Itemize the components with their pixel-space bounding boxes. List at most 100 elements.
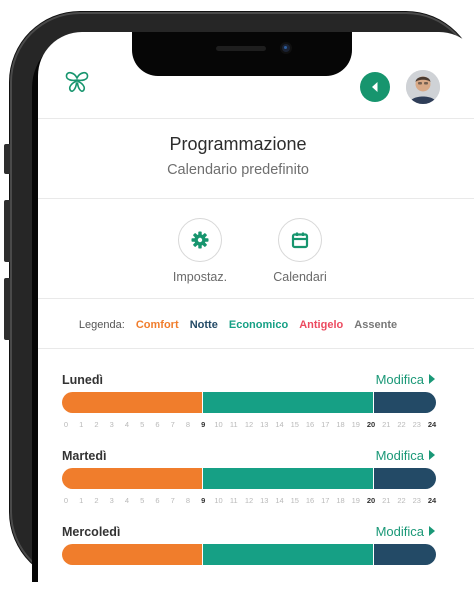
edit-label: Modifica xyxy=(375,448,424,463)
hour-tick: 21 xyxy=(382,420,391,429)
day-name: Mercoledì xyxy=(62,525,121,539)
hour-tick: 24 xyxy=(427,420,437,429)
hour-tick: 0 xyxy=(63,496,69,505)
hour-tick: 6 xyxy=(155,496,160,505)
caret-right-icon xyxy=(429,450,435,460)
caret-right-icon xyxy=(429,526,435,536)
hour-tick: 9 xyxy=(201,496,206,505)
hour-tick: 8 xyxy=(185,496,191,505)
hour-tick: 15 xyxy=(290,496,299,505)
day-name: Lunedì xyxy=(62,373,103,387)
header-divider xyxy=(38,118,474,119)
legend-item-assente: Assente xyxy=(354,319,398,331)
day-schedule-bar[interactable] xyxy=(62,544,436,565)
user-avatar[interactable] xyxy=(406,70,440,104)
hour-tick: 10 xyxy=(214,420,223,429)
hour-scale: 0 1 2 3 4 5 6 7 8 9 10 11 12 13 14 15 16 17 18 19 20 21 22 23 24 xyxy=(62,420,436,432)
hour-tick: 16 xyxy=(305,496,315,505)
schedule-segment-notte xyxy=(373,468,436,489)
hour-tick: 12 xyxy=(244,496,254,505)
hour-scale: 0 1 2 3 4 5 6 7 8 9 10 11 12 13 14 15 16 17 18 19 20 21 22 23 24 xyxy=(62,496,436,508)
hour-tick: 13 xyxy=(260,496,269,505)
hour-tick: 19 xyxy=(351,496,360,505)
hour-tick: 20 xyxy=(366,496,376,505)
hour-tick: 5 xyxy=(140,496,145,505)
calendars-button[interactable] xyxy=(278,218,322,262)
hour-tick: 3 xyxy=(109,420,114,429)
hour-tick: 10 xyxy=(214,496,223,505)
mute-switch xyxy=(4,144,10,174)
schedule-segment-economico xyxy=(201,468,373,489)
page-subtitle: Calendario predefinito xyxy=(167,162,309,178)
volume-down-button xyxy=(4,278,10,340)
hour-tick: 1 xyxy=(79,496,84,505)
legend-item-notte: Notte xyxy=(189,319,218,331)
earpiece-speaker xyxy=(216,46,266,51)
phone-notch xyxy=(132,32,352,76)
schedule-segment-comfort xyxy=(62,544,202,565)
calendars-action[interactable]: Calendari xyxy=(255,218,345,284)
schedule-segment-comfort xyxy=(62,468,202,489)
calendars-label: Calendari xyxy=(273,270,327,284)
legend-label: Legenda: xyxy=(78,319,125,331)
legend-divider xyxy=(38,348,474,349)
hour-tick: 9 xyxy=(201,420,206,429)
app-screen: Programmazione Calendario predefinito Im… xyxy=(38,32,474,592)
hour-tick: 23 xyxy=(412,496,421,505)
hour-tick: 14 xyxy=(275,496,284,505)
schedule-segment-economico xyxy=(201,392,373,413)
schedule-segment-economico xyxy=(201,544,373,565)
hour-tick: 4 xyxy=(124,496,130,505)
hour-tick: 8 xyxy=(185,420,191,429)
hour-tick: 2 xyxy=(94,496,99,505)
hour-tick: 13 xyxy=(260,420,269,429)
gear-icon xyxy=(191,231,209,249)
legend: Legenda: Comfort Notte Economico Antigel… xyxy=(38,319,438,331)
hour-tick: 1 xyxy=(79,420,84,429)
hour-tick: 21 xyxy=(382,496,391,505)
settings-action[interactable]: Impostaz. xyxy=(155,218,245,284)
hour-tick: 16 xyxy=(305,420,315,429)
volume-up-button xyxy=(4,200,10,262)
back-button[interactable] xyxy=(360,72,390,102)
hour-tick: 20 xyxy=(366,420,376,429)
hour-tick: 19 xyxy=(351,420,360,429)
chevron-left-icon xyxy=(372,82,378,92)
hour-tick: 23 xyxy=(412,420,421,429)
hour-tick: 11 xyxy=(229,420,238,429)
hour-tick: 17 xyxy=(321,420,330,429)
edit-day-link[interactable]: Modifica xyxy=(315,448,435,463)
hour-tick: 3 xyxy=(109,496,114,505)
edit-day-link[interactable]: Modifica xyxy=(315,372,435,387)
butterfly-logo-icon[interactable] xyxy=(64,70,90,98)
hour-tick: 15 xyxy=(290,420,299,429)
settings-label: Impostaz. xyxy=(172,270,228,284)
schedule-segment-notte xyxy=(373,544,436,565)
settings-button[interactable] xyxy=(178,218,222,262)
legend-item-economico: Economico xyxy=(228,319,289,331)
hour-tick: 2 xyxy=(94,420,99,429)
edit-label: Modifica xyxy=(375,372,424,387)
hour-tick: 17 xyxy=(321,496,330,505)
edit-label: Modifica xyxy=(375,524,424,539)
day-schedule-bar[interactable] xyxy=(62,468,436,489)
legend-item-antigelo: Antigelo xyxy=(299,319,344,331)
schedule-segment-comfort xyxy=(62,392,202,413)
hour-tick: 7 xyxy=(170,496,175,505)
hour-tick: 4 xyxy=(124,420,130,429)
edit-day-link[interactable]: Modifica xyxy=(315,524,435,539)
hour-tick: 12 xyxy=(244,420,254,429)
hour-tick: 22 xyxy=(397,420,406,429)
legend-item-comfort: Comfort xyxy=(135,319,179,331)
hour-tick: 14 xyxy=(275,420,284,429)
hour-tick: 0 xyxy=(63,420,69,429)
day-name: Martedì xyxy=(62,449,107,463)
page-title: Programmazione xyxy=(169,134,307,154)
hour-tick: 22 xyxy=(397,496,406,505)
hour-tick: 24 xyxy=(427,496,437,505)
calendar-icon xyxy=(291,232,309,249)
schedule-segment-notte xyxy=(373,392,436,413)
hour-tick: 11 xyxy=(229,496,238,505)
day-schedule-bar[interactable] xyxy=(62,392,436,413)
hour-tick: 18 xyxy=(336,420,345,429)
